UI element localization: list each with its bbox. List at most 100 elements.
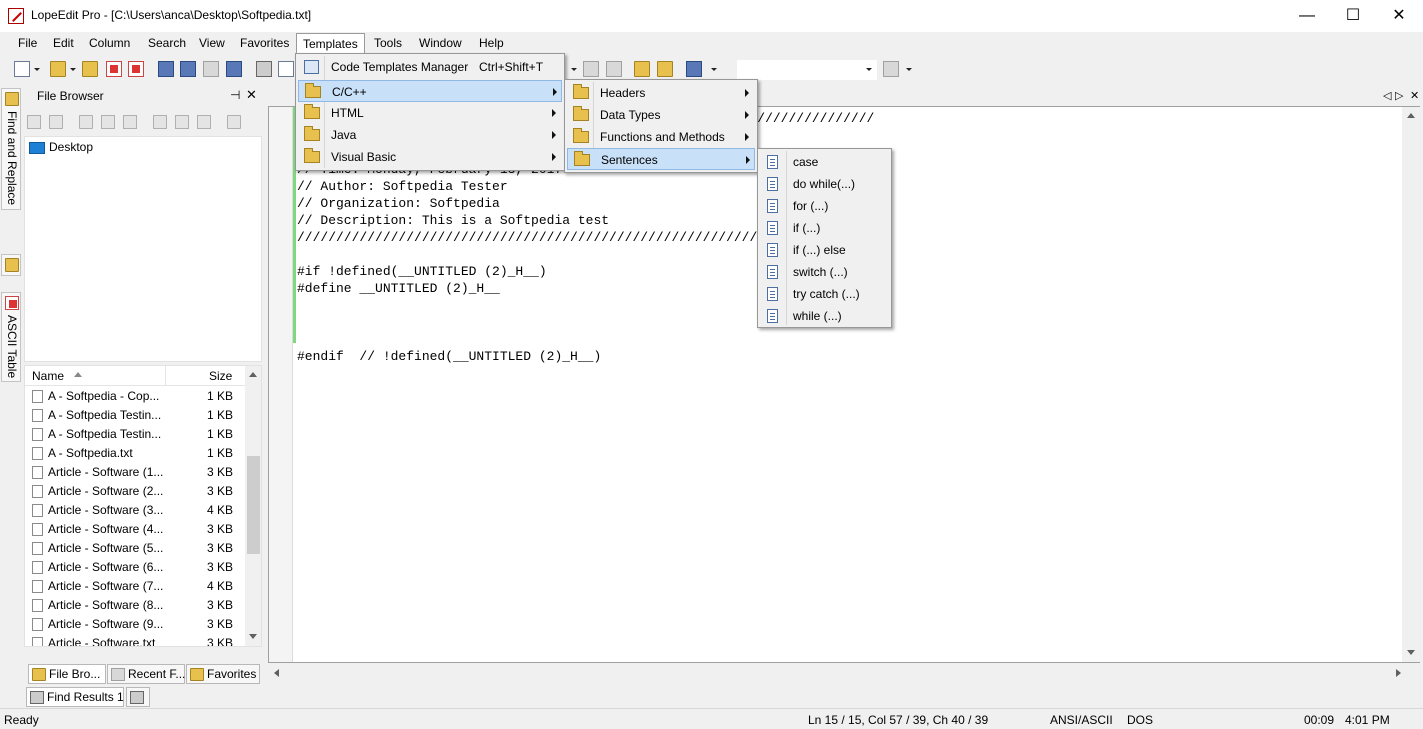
forward-icon[interactable] (175, 115, 189, 129)
menu-item-html[interactable]: HTML (298, 102, 562, 124)
panel-close-icon[interactable]: ✕ (246, 87, 257, 103)
menu-templates[interactable]: Templates (296, 33, 365, 54)
tab-file-browser[interactable]: File Bro... (28, 664, 106, 684)
refresh-icon[interactable] (49, 115, 63, 129)
file-row[interactable]: A - Softpedia Testin... 1 KB (25, 406, 245, 425)
go-icon[interactable] (883, 61, 899, 77)
editor-scroll-down-icon[interactable] (1407, 650, 1415, 655)
file-row[interactable]: Article - Software (7... 4 KB (25, 577, 245, 596)
file-row[interactable]: A - Softpedia - Cop... 1 KB (25, 387, 245, 406)
editor-vertical-scrollbar[interactable] (1402, 107, 1420, 662)
open-dropdown-icon[interactable] (70, 68, 76, 71)
close-document-icon[interactable]: ✕ (1410, 89, 1419, 102)
close-all-icon[interactable] (128, 61, 144, 77)
back-icon[interactable] (153, 115, 167, 129)
menu-item-functions-and-methods[interactable]: Functions and Methods (567, 126, 755, 148)
go-up-icon[interactable] (27, 115, 41, 129)
new-file-icon[interactable] (14, 61, 30, 77)
file-row[interactable]: Article - Software (3... 4 KB (25, 501, 245, 520)
file-row[interactable]: Article - Software (1... 3 KB (25, 463, 245, 482)
column-name[interactable]: Name (32, 369, 64, 383)
tools-dropdown-icon[interactable] (711, 68, 717, 71)
prev-document-icon[interactable]: ◁ (1383, 89, 1391, 102)
menu-item-java[interactable]: Java (298, 124, 562, 146)
menu-item-sentence[interactable]: for (...) (760, 195, 889, 217)
menu-item-sentence[interactable]: try catch (...) (760, 283, 889, 305)
menu-item-cpp[interactable]: C/C++ (298, 80, 562, 102)
menu-item-sentence[interactable]: while (...) (760, 305, 889, 327)
print-preview-icon[interactable] (278, 61, 294, 77)
file-row[interactable]: Article - Software (4... 3 KB (25, 520, 245, 539)
menu-item-sentence[interactable]: if (...) (760, 217, 889, 239)
rename-icon[interactable] (123, 115, 137, 129)
file-row[interactable]: Article - Software.txt 3 KB (25, 634, 245, 646)
file-row[interactable]: Article - Software (6... 3 KB (25, 558, 245, 577)
menu-item-sentence[interactable]: case (760, 151, 889, 173)
maximize-button[interactable]: ☐ (1330, 0, 1376, 32)
menu-search[interactable]: Search (148, 36, 186, 50)
options-icon[interactable] (227, 115, 241, 129)
encoding-status[interactable]: ANSI/ASCII (1050, 713, 1113, 727)
star-icon[interactable] (197, 115, 211, 129)
toolbar-dropdown-icon[interactable] (571, 68, 577, 71)
scroll-thumb[interactable] (247, 456, 260, 554)
combo-dropdown-icon[interactable] (866, 68, 872, 71)
editor-gutter[interactable] (269, 107, 293, 662)
file-list[interactable]: Name Size A - Softpedia - Cop... 1 KB A - … (24, 365, 262, 647)
tree-item-desktop[interactable]: Desktop (49, 140, 93, 154)
close-button[interactable]: ✕ (1376, 0, 1422, 32)
file-row[interactable]: Article - Software (2... 3 KB (25, 482, 245, 501)
new-dropdown-icon[interactable] (34, 68, 40, 71)
next-document-icon[interactable]: ▷ (1395, 89, 1403, 102)
go-dropdown-icon[interactable] (906, 68, 912, 71)
scroll-up-icon[interactable] (249, 372, 257, 377)
file-row[interactable]: A - Softpedia Testin... 1 KB (25, 425, 245, 444)
open-folder-icon[interactable] (50, 61, 66, 77)
menu-item-sentence[interactable]: switch (...) (760, 261, 889, 283)
tab-favorites-side[interactable] (1, 254, 21, 276)
minimize-button[interactable]: — (1284, 0, 1330, 32)
code-line[interactable] (297, 331, 874, 348)
menu-item-sentences[interactable]: Sentences (567, 148, 755, 170)
menu-window[interactable]: Window (419, 36, 462, 50)
close-file-icon[interactable] (106, 61, 122, 77)
menu-help[interactable]: Help (479, 36, 504, 50)
open-project-icon[interactable] (82, 61, 98, 77)
menu-favorites[interactable]: Favorites (240, 36, 289, 50)
file-row[interactable]: A - Softpedia.txt 1 KB (25, 444, 245, 463)
tab-find-and-replace[interactable]: Find and Replace (1, 88, 21, 210)
tab-favorites[interactable]: Favorites (186, 664, 260, 684)
bookmark-icon[interactable] (583, 61, 599, 77)
scroll-right-icon[interactable] (1396, 669, 1401, 677)
file-row[interactable]: Article - Software (5... 3 KB (25, 539, 245, 558)
column-size[interactable]: Size (209, 369, 232, 383)
menu-edit[interactable]: Edit (53, 36, 74, 50)
file-row[interactable]: Article - Software (8... 3 KB (25, 596, 245, 615)
save-icon[interactable] (158, 61, 174, 77)
menu-item-code-templates-manager[interactable]: Code Templates Manager Ctrl+Shift+T (298, 56, 562, 78)
save-ftp-icon[interactable] (226, 61, 242, 77)
favorites-icon[interactable] (657, 61, 673, 77)
scroll-left-icon[interactable] (274, 669, 279, 677)
menu-view[interactable]: View (199, 36, 225, 50)
pin-icon[interactable]: ⊣ (230, 88, 240, 102)
tab-recent-files[interactable]: Recent F... (107, 664, 185, 684)
editor-horizontal-scrollbar[interactable] (268, 664, 1420, 683)
print-icon[interactable] (256, 61, 272, 77)
menu-tools[interactable]: Tools (374, 36, 402, 50)
toolbar-combo[interactable] (736, 59, 878, 81)
folder-tree[interactable]: Desktop (24, 136, 262, 362)
save-as-icon[interactable] (180, 61, 196, 77)
editor-scroll-up-icon[interactable] (1407, 113, 1415, 118)
menu-item-visual-basic[interactable]: Visual Basic (298, 146, 562, 168)
save-all-icon[interactable] (203, 61, 219, 77)
run-tool-icon[interactable] (686, 61, 702, 77)
code-line[interactable]: #endif // !defined(__UNTITLED (2)_H__) (297, 348, 874, 365)
menu-item-data-types[interactable]: Data Types (567, 104, 755, 126)
bookmark-clear-icon[interactable] (606, 61, 622, 77)
menu-item-sentence[interactable]: if (...) else (760, 239, 889, 261)
scroll-down-icon[interactable] (249, 634, 257, 639)
file-row[interactable]: Article - Software (9... 3 KB (25, 615, 245, 634)
menu-item-headers[interactable]: Headers (567, 82, 755, 104)
column-divider[interactable] (165, 366, 166, 386)
